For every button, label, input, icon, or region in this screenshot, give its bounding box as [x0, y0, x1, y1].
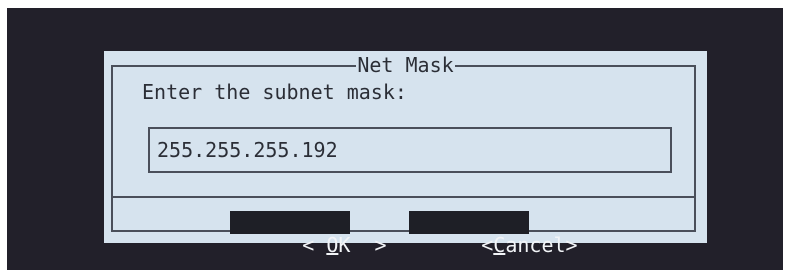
- dialog-title-text: Net Mask: [356, 53, 455, 77]
- subnet-mask-prompt: Enter the subnet mask:: [142, 80, 407, 104]
- ok-button-rest: K >: [338, 233, 387, 257]
- ok-button-left: <: [302, 233, 327, 257]
- terminal-screen: Net Mask Enter the subnet mask: 255.255.…: [7, 8, 783, 270]
- button-separator: [111, 196, 696, 198]
- ok-button[interactable]: < OK >: [230, 211, 387, 257]
- cancel-button-left: <: [481, 233, 494, 257]
- cancel-button-hotkey: C: [493, 233, 506, 257]
- cancel-button[interactable]: <Cancel>: [409, 211, 578, 257]
- ok-button-hotkey: O: [326, 233, 339, 257]
- cancel-button-rest: ancel>: [505, 233, 578, 257]
- net-mask-dialog: Net Mask Enter the subnet mask: 255.255.…: [104, 51, 707, 257]
- dialog-title: Net Mask: [104, 53, 707, 77]
- subnet-mask-value[interactable]: 255.255.255.192: [157, 139, 338, 161]
- subnet-mask-input[interactable]: 255.255.255.192: [148, 127, 672, 173]
